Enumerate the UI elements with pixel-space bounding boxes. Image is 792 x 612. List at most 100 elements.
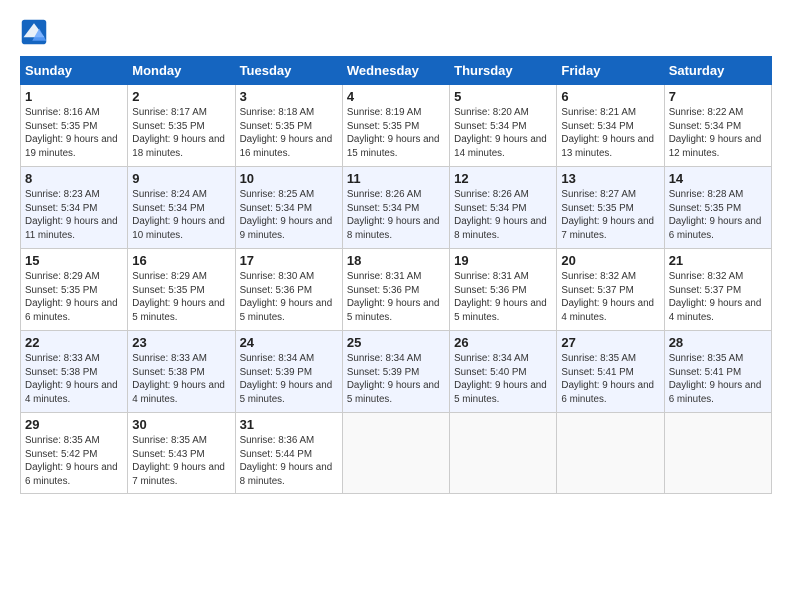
day-number: 23: [132, 335, 230, 350]
table-row: 1 Sunrise: 8:16 AM Sunset: 5:35 PM Dayli…: [21, 85, 128, 167]
table-row: [557, 413, 664, 494]
day-number: 24: [240, 335, 338, 350]
table-row: 14 Sunrise: 8:28 AM Sunset: 5:35 PM Dayl…: [664, 167, 771, 249]
day-info: Sunrise: 8:21 AM Sunset: 5:34 PM Dayligh…: [561, 106, 659, 161]
table-row: 30 Sunrise: 8:35 AM Sunset: 5:43 PM Dayl…: [128, 413, 235, 494]
day-info: Sunrise: 8:18 AM Sunset: 5:35 PM Dayligh…: [240, 106, 338, 161]
day-number: 30: [132, 417, 230, 432]
table-row: 28 Sunrise: 8:35 AM Sunset: 5:41 PM Dayl…: [664, 331, 771, 413]
day-number: 27: [561, 335, 659, 350]
header: [20, 18, 772, 46]
day-number: 20: [561, 253, 659, 268]
day-number: 14: [669, 171, 767, 186]
day-info: Sunrise: 8:28 AM Sunset: 5:35 PM Dayligh…: [669, 188, 767, 243]
day-info: Sunrise: 8:35 AM Sunset: 5:41 PM Dayligh…: [561, 352, 659, 407]
day-info: Sunrise: 8:26 AM Sunset: 5:34 PM Dayligh…: [454, 188, 552, 243]
day-info: Sunrise: 8:29 AM Sunset: 5:35 PM Dayligh…: [132, 270, 230, 325]
table-row: 23 Sunrise: 8:33 AM Sunset: 5:38 PM Dayl…: [128, 331, 235, 413]
day-number: 6: [561, 89, 659, 104]
day-number: 13: [561, 171, 659, 186]
day-number: 18: [347, 253, 445, 268]
day-number: 5: [454, 89, 552, 104]
table-row: 31 Sunrise: 8:36 AM Sunset: 5:44 PM Dayl…: [235, 413, 342, 494]
day-info: Sunrise: 8:27 AM Sunset: 5:35 PM Dayligh…: [561, 188, 659, 243]
day-info: Sunrise: 8:31 AM Sunset: 5:36 PM Dayligh…: [347, 270, 445, 325]
day-info: Sunrise: 8:16 AM Sunset: 5:35 PM Dayligh…: [25, 106, 123, 161]
day-number: 31: [240, 417, 338, 432]
day-info: Sunrise: 8:23 AM Sunset: 5:34 PM Dayligh…: [25, 188, 123, 243]
table-row: 29 Sunrise: 8:35 AM Sunset: 5:42 PM Dayl…: [21, 413, 128, 494]
day-number: 28: [669, 335, 767, 350]
day-number: 19: [454, 253, 552, 268]
day-number: 1: [25, 89, 123, 104]
header-saturday: Saturday: [664, 57, 771, 85]
day-number: 11: [347, 171, 445, 186]
day-info: Sunrise: 8:19 AM Sunset: 5:35 PM Dayligh…: [347, 106, 445, 161]
table-row: 9 Sunrise: 8:24 AM Sunset: 5:34 PM Dayli…: [128, 167, 235, 249]
table-row: 15 Sunrise: 8:29 AM Sunset: 5:35 PM Dayl…: [21, 249, 128, 331]
table-row: 22 Sunrise: 8:33 AM Sunset: 5:38 PM Dayl…: [21, 331, 128, 413]
day-info: Sunrise: 8:17 AM Sunset: 5:35 PM Dayligh…: [132, 106, 230, 161]
day-info: Sunrise: 8:24 AM Sunset: 5:34 PM Dayligh…: [132, 188, 230, 243]
day-number: 3: [240, 89, 338, 104]
table-row: 13 Sunrise: 8:27 AM Sunset: 5:35 PM Dayl…: [557, 167, 664, 249]
day-info: Sunrise: 8:33 AM Sunset: 5:38 PM Dayligh…: [25, 352, 123, 407]
day-number: 15: [25, 253, 123, 268]
table-row: [342, 413, 449, 494]
day-number: 7: [669, 89, 767, 104]
table-row: 6 Sunrise: 8:21 AM Sunset: 5:34 PM Dayli…: [557, 85, 664, 167]
day-number: 16: [132, 253, 230, 268]
day-info: Sunrise: 8:32 AM Sunset: 5:37 PM Dayligh…: [669, 270, 767, 325]
table-row: 24 Sunrise: 8:34 AM Sunset: 5:39 PM Dayl…: [235, 331, 342, 413]
table-row: 17 Sunrise: 8:30 AM Sunset: 5:36 PM Dayl…: [235, 249, 342, 331]
header-monday: Monday: [128, 57, 235, 85]
day-info: Sunrise: 8:20 AM Sunset: 5:34 PM Dayligh…: [454, 106, 552, 161]
day-info: Sunrise: 8:34 AM Sunset: 5:39 PM Dayligh…: [347, 352, 445, 407]
table-row: [450, 413, 557, 494]
page: Sunday Monday Tuesday Wednesday Thursday…: [0, 0, 792, 504]
day-number: 26: [454, 335, 552, 350]
calendar: Sunday Monday Tuesday Wednesday Thursday…: [20, 56, 772, 494]
table-row: 27 Sunrise: 8:35 AM Sunset: 5:41 PM Dayl…: [557, 331, 664, 413]
day-number: 17: [240, 253, 338, 268]
day-info: Sunrise: 8:36 AM Sunset: 5:44 PM Dayligh…: [240, 434, 338, 489]
day-number: 25: [347, 335, 445, 350]
day-number: 21: [669, 253, 767, 268]
day-number: 8: [25, 171, 123, 186]
table-row: 25 Sunrise: 8:34 AM Sunset: 5:39 PM Dayl…: [342, 331, 449, 413]
day-info: Sunrise: 8:34 AM Sunset: 5:40 PM Dayligh…: [454, 352, 552, 407]
day-number: 9: [132, 171, 230, 186]
day-info: Sunrise: 8:32 AM Sunset: 5:37 PM Dayligh…: [561, 270, 659, 325]
day-info: Sunrise: 8:35 AM Sunset: 5:42 PM Dayligh…: [25, 434, 123, 489]
table-row: 4 Sunrise: 8:19 AM Sunset: 5:35 PM Dayli…: [342, 85, 449, 167]
table-row: 10 Sunrise: 8:25 AM Sunset: 5:34 PM Dayl…: [235, 167, 342, 249]
table-row: 18 Sunrise: 8:31 AM Sunset: 5:36 PM Dayl…: [342, 249, 449, 331]
day-info: Sunrise: 8:25 AM Sunset: 5:34 PM Dayligh…: [240, 188, 338, 243]
table-row: 5 Sunrise: 8:20 AM Sunset: 5:34 PM Dayli…: [450, 85, 557, 167]
table-row: 2 Sunrise: 8:17 AM Sunset: 5:35 PM Dayli…: [128, 85, 235, 167]
table-row: 21 Sunrise: 8:32 AM Sunset: 5:37 PM Dayl…: [664, 249, 771, 331]
table-row: 3 Sunrise: 8:18 AM Sunset: 5:35 PM Dayli…: [235, 85, 342, 167]
header-sunday: Sunday: [21, 57, 128, 85]
day-number: 2: [132, 89, 230, 104]
table-row: 7 Sunrise: 8:22 AM Sunset: 5:34 PM Dayli…: [664, 85, 771, 167]
table-row: 12 Sunrise: 8:26 AM Sunset: 5:34 PM Dayl…: [450, 167, 557, 249]
logo: [20, 18, 52, 46]
day-info: Sunrise: 8:33 AM Sunset: 5:38 PM Dayligh…: [132, 352, 230, 407]
day-info: Sunrise: 8:29 AM Sunset: 5:35 PM Dayligh…: [25, 270, 123, 325]
table-row: 19 Sunrise: 8:31 AM Sunset: 5:36 PM Dayl…: [450, 249, 557, 331]
header-wednesday: Wednesday: [342, 57, 449, 85]
header-tuesday: Tuesday: [235, 57, 342, 85]
day-info: Sunrise: 8:30 AM Sunset: 5:36 PM Dayligh…: [240, 270, 338, 325]
header-friday: Friday: [557, 57, 664, 85]
header-thursday: Thursday: [450, 57, 557, 85]
table-row: [664, 413, 771, 494]
day-number: 29: [25, 417, 123, 432]
table-row: 11 Sunrise: 8:26 AM Sunset: 5:34 PM Dayl…: [342, 167, 449, 249]
table-row: 8 Sunrise: 8:23 AM Sunset: 5:34 PM Dayli…: [21, 167, 128, 249]
day-number: 10: [240, 171, 338, 186]
day-number: 12: [454, 171, 552, 186]
day-info: Sunrise: 8:35 AM Sunset: 5:41 PM Dayligh…: [669, 352, 767, 407]
day-info: Sunrise: 8:34 AM Sunset: 5:39 PM Dayligh…: [240, 352, 338, 407]
day-info: Sunrise: 8:22 AM Sunset: 5:34 PM Dayligh…: [669, 106, 767, 161]
